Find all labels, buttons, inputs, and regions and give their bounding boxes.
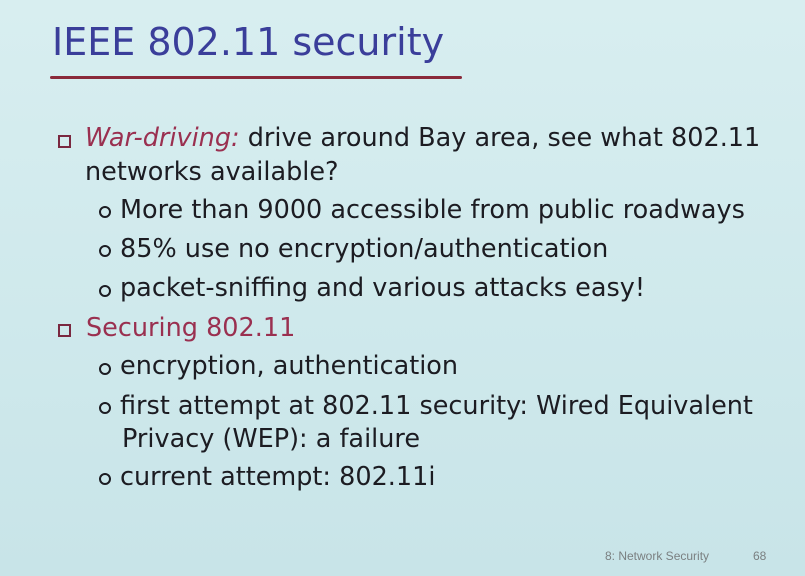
square-bullet-icon [58,324,71,337]
bullet-text-line2: networks available? [85,157,339,187]
subbullet-packet-sniffing: packet-sniffing and various attacks easy… [120,273,646,303]
slide: IEEE 802.11 security War-driving: drive … [0,0,805,576]
circle-bullet-icon [99,285,111,297]
subbullet-current-attempt: current attempt: 802.11i [120,462,436,492]
subbullet-first-attempt: first attempt at 802.11 security: Wired … [120,391,753,421]
footer-section: 8: Network Security [605,549,710,563]
circle-bullet-icon [99,363,111,375]
slide-title: IEEE 802.11 security [52,20,445,64]
bullet-lead-securing: Securing 802.11 [86,313,296,343]
subbullet-encryption-auth: encryption, authentication [120,351,459,381]
title-underline [50,76,462,79]
circle-bullet-icon [99,206,111,218]
subbullet-accessible: More than 9000 accessible from public ro… [120,195,745,225]
circle-bullet-icon [99,402,111,414]
square-bullet-icon [58,135,71,148]
footer-page-number: 68 [753,549,767,563]
bullet-text-line1: drive around Bay area, see what 802.11 [239,123,761,153]
bullet-lead-war-driving: War-driving: [85,123,240,153]
bullet-war-driving: War-driving: drive around Bay area, see … [85,123,760,153]
circle-bullet-icon [99,245,111,257]
circle-bullet-icon [99,473,111,485]
subbullet-no-encryption: 85% use no encryption/authentication [120,234,609,264]
subbullet-first-attempt-cont: Privacy (WEP): a failure [122,424,421,454]
